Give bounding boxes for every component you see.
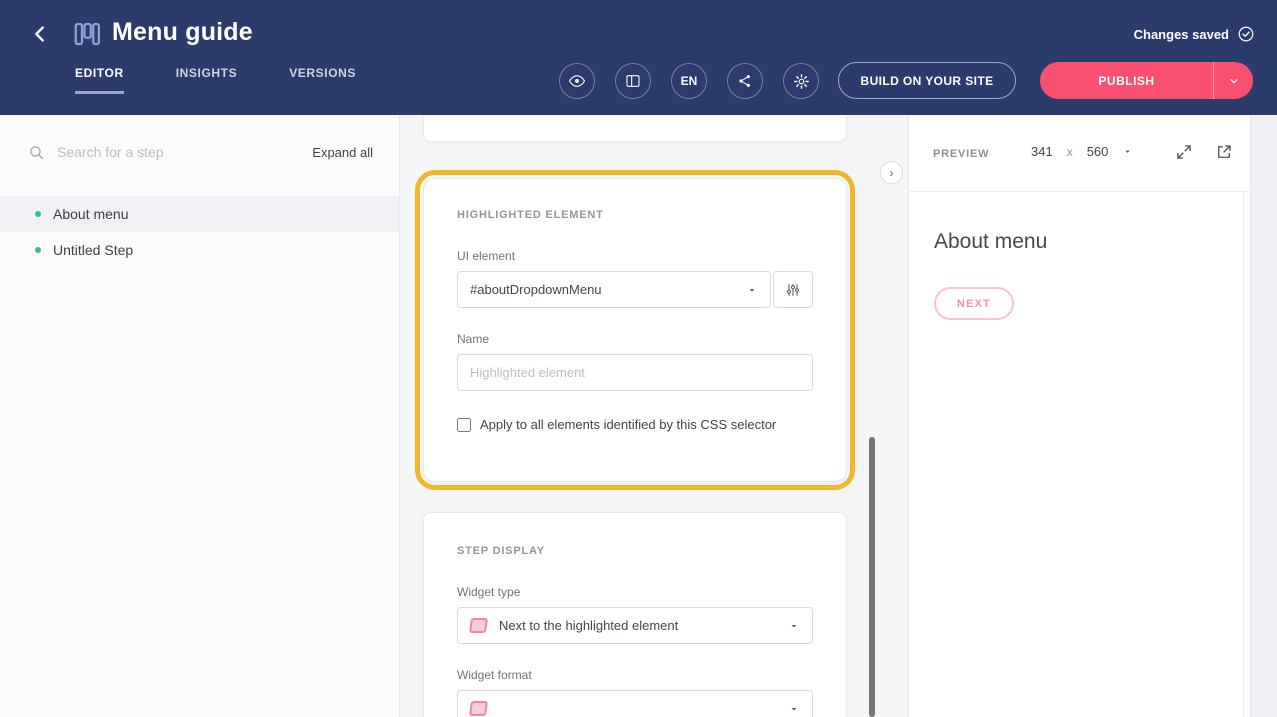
share-icon	[737, 73, 753, 89]
step-search-row: Expand all	[0, 115, 399, 189]
search-icon	[28, 144, 45, 161]
preview-size-separator: x	[1067, 145, 1073, 159]
chevron-down-icon	[1227, 74, 1241, 88]
chevron-down-icon	[1122, 146, 1133, 157]
ui-element-select[interactable]: #aboutDropdownMenu	[457, 271, 771, 308]
back-button[interactable]	[26, 20, 54, 48]
steps-sidebar: Expand all About menu Untitled Step	[0, 115, 400, 717]
changes-saved-label: Changes saved	[1134, 27, 1229, 42]
step-item-label: About menu	[53, 206, 129, 222]
step-status-dot	[35, 247, 41, 253]
apply-all-checkbox-row: Apply to all elements identified by this…	[457, 417, 813, 432]
page-scrollbar-gutter	[1250, 115, 1277, 717]
apply-all-checkbox[interactable]	[457, 418, 471, 432]
preview-scrollbar-track	[1243, 193, 1244, 717]
step-item-about-menu[interactable]: About menu	[0, 196, 399, 232]
changes-saved-status: Changes saved	[1134, 25, 1255, 43]
preview-step-title: About menu	[934, 230, 1225, 254]
element-picker-button[interactable]	[773, 271, 813, 308]
preview-header: PREVIEW 341 x 560	[909, 115, 1250, 192]
step-search-input[interactable]	[57, 144, 300, 160]
publish-dropdown-button[interactable]	[1213, 62, 1253, 99]
widget-format-icon	[469, 701, 488, 716]
preview-size-selector[interactable]: 341 x 560	[1031, 144, 1133, 159]
share-button[interactable]	[727, 63, 763, 99]
widget-type-row: Next to the highlighted element	[457, 607, 813, 644]
guide-logo-icon	[72, 19, 102, 49]
apply-all-checkbox-label: Apply to all elements identified by this…	[480, 417, 776, 432]
step-display-card: STEP DISPLAY Widget type Next to the hig…	[423, 512, 847, 717]
check-circle-icon	[1237, 25, 1255, 43]
preview-body: About menu NEXT	[909, 192, 1250, 358]
widget-type-icon	[469, 618, 488, 633]
name-label: Name	[457, 332, 813, 346]
widget-type-label: Widget type	[457, 585, 813, 599]
tab-insights[interactable]: INSIGHTS	[176, 66, 237, 94]
editor-tabs: EDITOR INSIGHTS VERSIONS	[75, 66, 356, 94]
widget-format-select[interactable]	[457, 690, 813, 717]
section-title: STEP DISPLAY	[457, 545, 813, 557]
page-title: Menu guide	[112, 18, 253, 47]
step-editor-panel: HIGHLIGHTED ELEMENT UI element #aboutDro…	[401, 115, 908, 717]
chevron-down-icon	[788, 620, 800, 632]
open-in-new-tab-button[interactable]	[1214, 142, 1234, 162]
step-item-untitled-step[interactable]: Untitled Step	[0, 232, 399, 268]
step-list: About menu Untitled Step	[0, 196, 399, 268]
tab-editor[interactable]: EDITOR	[75, 66, 124, 94]
highlighted-element-name-input[interactable]	[457, 354, 813, 391]
settings-button[interactable]	[783, 63, 819, 99]
gear-icon	[793, 73, 810, 90]
preview-height-value: 560	[1087, 144, 1109, 159]
preview-eye-button[interactable]	[559, 63, 595, 99]
widget-format-row	[457, 690, 813, 717]
editor-scrollbar-thumb[interactable]	[869, 437, 875, 717]
layout-panel-icon	[625, 73, 641, 89]
language-button[interactable]: EN	[671, 63, 707, 99]
widget-type-value: Next to the highlighted element	[499, 618, 788, 633]
step-item-label: Untitled Step	[53, 242, 133, 258]
preview-panel: PREVIEW 341 x 560 About menu NEXT	[908, 115, 1250, 717]
expand-preview-button[interactable]	[1174, 142, 1194, 162]
expand-all-link[interactable]: Expand all	[312, 145, 373, 160]
widget-type-select[interactable]: Next to the highlighted element	[457, 607, 813, 644]
chevron-down-icon	[746, 284, 758, 296]
header-tools: EN	[559, 63, 819, 99]
expand-arrows-icon	[1175, 143, 1193, 161]
ui-element-label: UI element	[457, 249, 813, 263]
step-status-dot	[35, 211, 41, 217]
previous-settings-card	[423, 115, 847, 142]
language-label: EN	[681, 74, 698, 88]
highlighted-element-card: HIGHLIGHTED ELEMENT UI element #aboutDro…	[423, 178, 847, 482]
layout-button[interactable]	[615, 63, 651, 99]
tune-sliders-icon	[785, 282, 801, 298]
preview-header-icons	[1174, 142, 1234, 162]
preview-next-button[interactable]: NEXT	[934, 287, 1014, 320]
chevron-left-icon	[29, 23, 51, 45]
ui-element-row: #aboutDropdownMenu	[457, 271, 813, 308]
open-in-new-icon	[1215, 143, 1233, 161]
publish-button[interactable]: PUBLISH	[1040, 62, 1213, 99]
preview-title: PREVIEW	[933, 148, 989, 160]
app-header: Menu guide Changes saved EDITOR INSIGHTS…	[0, 0, 1277, 115]
tab-versions[interactable]: VERSIONS	[289, 66, 356, 94]
publish-button-group: PUBLISH	[1040, 62, 1253, 99]
chevron-down-icon	[788, 703, 800, 715]
build-on-your-site-button[interactable]: BUILD ON YOUR SITE	[838, 62, 1016, 99]
preview-width-value: 341	[1031, 144, 1053, 159]
ui-element-value: #aboutDropdownMenu	[470, 282, 746, 297]
section-title: HIGHLIGHTED ELEMENT	[457, 209, 813, 221]
collapse-panel-toggle[interactable]: ›	[880, 161, 903, 184]
widget-format-label: Widget format	[457, 668, 813, 682]
eye-icon	[568, 72, 586, 90]
highlighted-element-ring: HIGHLIGHTED ELEMENT UI element #aboutDro…	[415, 170, 855, 490]
